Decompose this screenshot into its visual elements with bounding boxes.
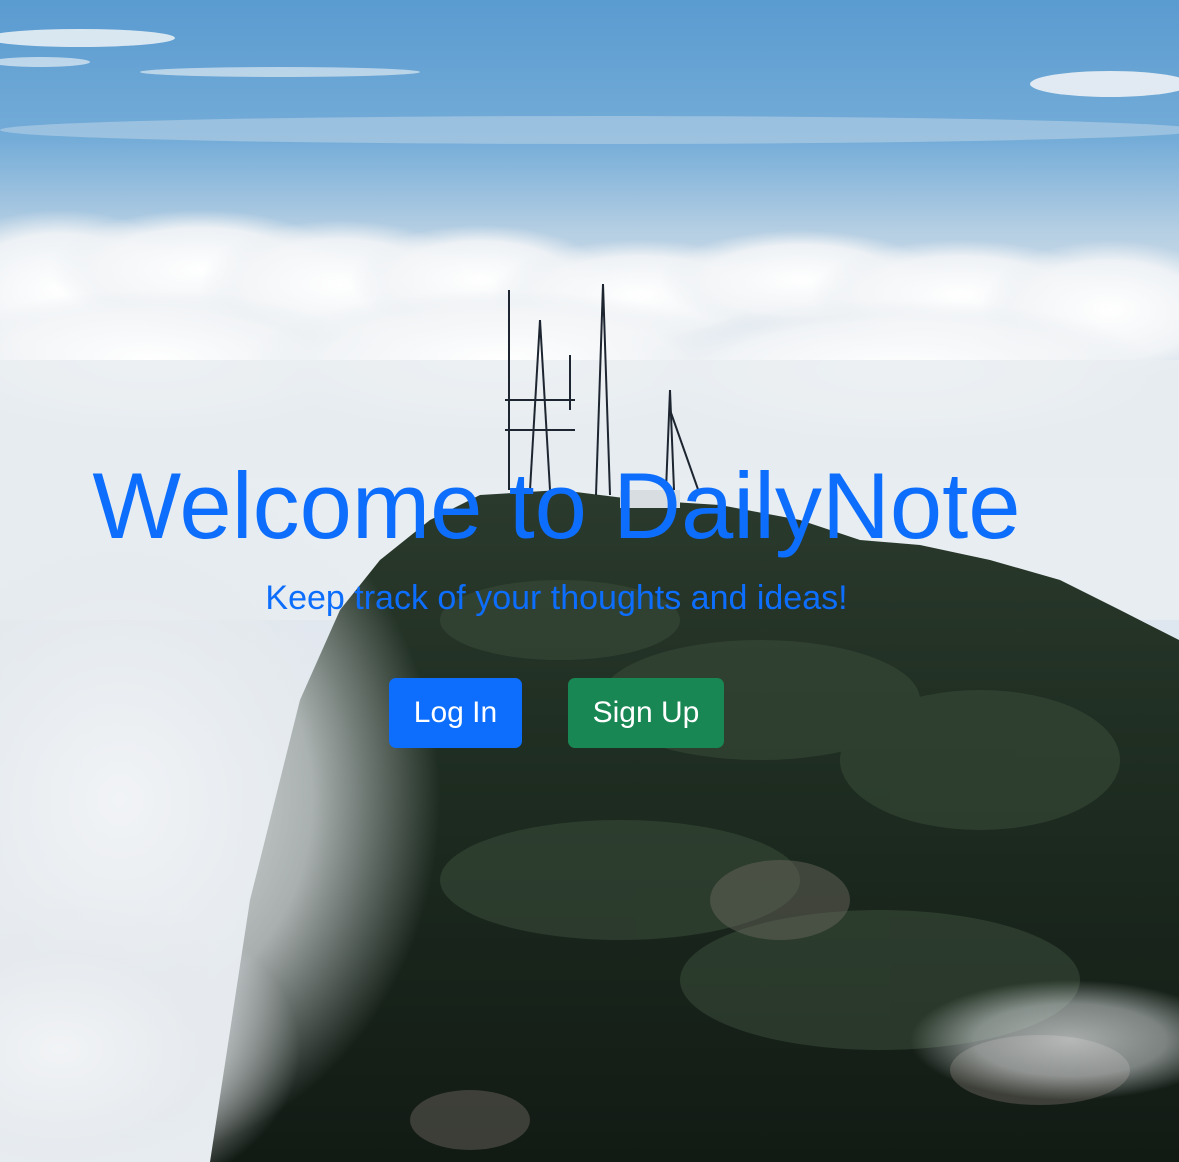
hero-content: Welcome to DailyNote Keep track of your … (0, 0, 1179, 1162)
signup-button[interactable]: Sign Up (568, 678, 724, 748)
hero-section: Welcome to DailyNote Keep track of your … (0, 0, 1179, 1162)
page-title: Welcome to DailyNote (92, 453, 1021, 558)
login-button[interactable]: Log In (389, 678, 522, 748)
page-subtitle: Keep track of your thoughts and ideas! (265, 579, 848, 617)
